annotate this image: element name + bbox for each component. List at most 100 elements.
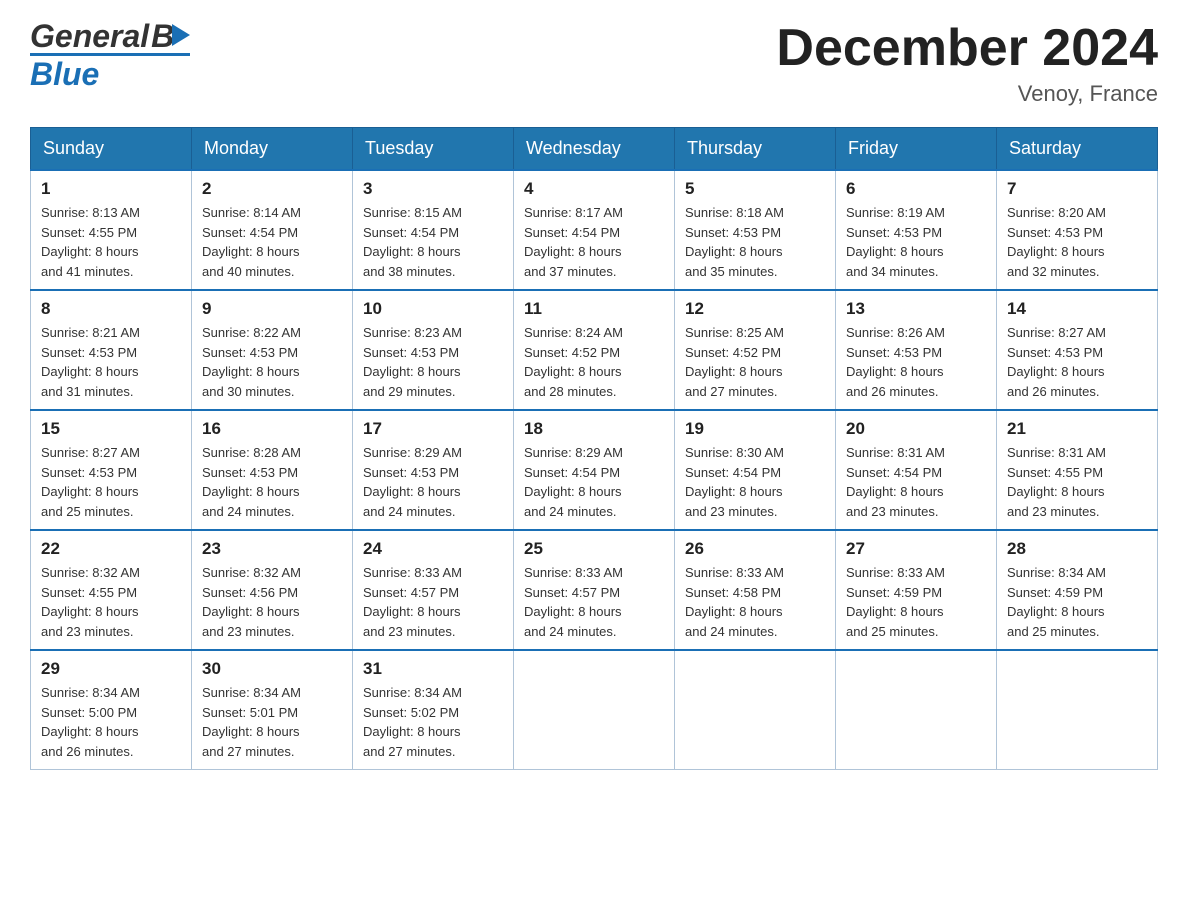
day-info: Sunrise: 8:33 AMSunset: 4:57 PMDaylight:… <box>524 563 664 641</box>
day-number: 5 <box>685 179 825 199</box>
day-info: Sunrise: 8:29 AMSunset: 4:54 PMDaylight:… <box>524 443 664 521</box>
calendar-table: SundayMondayTuesdayWednesdayThursdayFrid… <box>30 127 1158 770</box>
calendar-day-cell: 26 Sunrise: 8:33 AMSunset: 4:58 PMDayligh… <box>675 530 836 650</box>
day-number: 21 <box>1007 419 1147 439</box>
calendar-day-cell <box>514 650 675 770</box>
logo-blue: Blue <box>30 58 99 90</box>
calendar-day-cell <box>836 650 997 770</box>
day-info: Sunrise: 8:34 AMSunset: 5:02 PMDaylight:… <box>363 683 503 761</box>
day-info: Sunrise: 8:27 AMSunset: 4:53 PMDaylight:… <box>41 443 181 521</box>
day-info: Sunrise: 8:34 AMSunset: 5:01 PMDaylight:… <box>202 683 342 761</box>
day-number: 24 <box>363 539 503 559</box>
day-info: Sunrise: 8:24 AMSunset: 4:52 PMDaylight:… <box>524 323 664 401</box>
logo: General B Blue <box>30 20 190 90</box>
weekday-header: Thursday <box>675 128 836 171</box>
day-info: Sunrise: 8:15 AMSunset: 4:54 PMDaylight:… <box>363 203 503 281</box>
day-number: 6 <box>846 179 986 199</box>
day-info: Sunrise: 8:32 AMSunset: 4:55 PMDaylight:… <box>41 563 181 641</box>
calendar-week-row: 29 Sunrise: 8:34 AMSunset: 5:00 PMDayligh… <box>31 650 1158 770</box>
weekday-header: Monday <box>192 128 353 171</box>
day-number: 4 <box>524 179 664 199</box>
title-area: December 2024 Venoy, France <box>776 20 1158 107</box>
calendar-day-cell: 20Sunrise: 8:31 AMSunset: 4:54 PMDayligh… <box>836 410 997 530</box>
logo-triangle-icon <box>172 24 190 46</box>
day-number: 31 <box>363 659 503 679</box>
weekday-header: Tuesday <box>353 128 514 171</box>
day-number: 30 <box>202 659 342 679</box>
day-info: Sunrise: 8:31 AMSunset: 4:55 PMDaylight:… <box>1007 443 1147 521</box>
day-info: Sunrise: 8:32 AMSunset: 4:56 PMDaylight:… <box>202 563 342 641</box>
calendar-day-cell: 9 Sunrise: 8:22 AMSunset: 4:53 PMDaylight… <box>192 290 353 410</box>
day-info: Sunrise: 8:20 AMSunset: 4:53 PMDaylight:… <box>1007 203 1147 281</box>
day-number: 25 <box>524 539 664 559</box>
day-info: Sunrise: 8:27 AMSunset: 4:53 PMDaylight:… <box>1007 323 1147 401</box>
day-info: Sunrise: 8:13 AMSunset: 4:55 PMDaylight:… <box>41 203 181 281</box>
day-number: 17 <box>363 419 503 439</box>
calendar-day-cell: 25 Sunrise: 8:33 AMSunset: 4:57 PMDayligh… <box>514 530 675 650</box>
day-info: Sunrise: 8:18 AMSunset: 4:53 PMDaylight:… <box>685 203 825 281</box>
calendar-day-cell: 15 Sunrise: 8:27 AMSunset: 4:53 PMDayligh… <box>31 410 192 530</box>
weekday-header: Wednesday <box>514 128 675 171</box>
day-info: Sunrise: 8:30 AMSunset: 4:54 PMDaylight:… <box>685 443 825 521</box>
day-number: 8 <box>41 299 181 319</box>
calendar-day-cell: 3 Sunrise: 8:15 AMSunset: 4:54 PMDaylight… <box>353 170 514 290</box>
calendar-day-cell: 10Sunrise: 8:23 AMSunset: 4:53 PMDayligh… <box>353 290 514 410</box>
day-number: 3 <box>363 179 503 199</box>
calendar-day-cell: 4 Sunrise: 8:17 AMSunset: 4:54 PMDaylight… <box>514 170 675 290</box>
calendar-day-cell: 2Sunrise: 8:14 AMSunset: 4:54 PMDaylight… <box>192 170 353 290</box>
day-info: Sunrise: 8:29 AMSunset: 4:53 PMDaylight:… <box>363 443 503 521</box>
day-number: 26 <box>685 539 825 559</box>
day-info: Sunrise: 8:25 AMSunset: 4:52 PMDaylight:… <box>685 323 825 401</box>
logo-icon-area: B <box>151 20 190 52</box>
day-number: 22 <box>41 539 181 559</box>
calendar-day-cell: 8Sunrise: 8:21 AMSunset: 4:53 PMDaylight… <box>31 290 192 410</box>
calendar-day-cell: 11 Sunrise: 8:24 AMSunset: 4:52 PMDayligh… <box>514 290 675 410</box>
calendar-week-row: 8Sunrise: 8:21 AMSunset: 4:53 PMDaylight… <box>31 290 1158 410</box>
day-info: Sunrise: 8:33 AMSunset: 4:57 PMDaylight:… <box>363 563 503 641</box>
day-number: 7 <box>1007 179 1147 199</box>
day-number: 14 <box>1007 299 1147 319</box>
day-info: Sunrise: 8:26 AMSunset: 4:53 PMDaylight:… <box>846 323 986 401</box>
calendar-day-cell: 21 Sunrise: 8:31 AMSunset: 4:55 PMDayligh… <box>997 410 1158 530</box>
weekday-header: Sunday <box>31 128 192 171</box>
calendar-day-cell: 16Sunrise: 8:28 AMSunset: 4:53 PMDayligh… <box>192 410 353 530</box>
logo-general: General <box>30 20 149 52</box>
day-number: 11 <box>524 299 664 319</box>
calendar-week-row: 1 Sunrise: 8:13 AMSunset: 4:55 PMDaylight… <box>31 170 1158 290</box>
day-number: 29 <box>41 659 181 679</box>
day-info: Sunrise: 8:34 AMSunset: 5:00 PMDaylight:… <box>41 683 181 761</box>
calendar-day-cell: 22 Sunrise: 8:32 AMSunset: 4:55 PMDayligh… <box>31 530 192 650</box>
calendar-day-cell: 18Sunrise: 8:29 AMSunset: 4:54 PMDayligh… <box>514 410 675 530</box>
day-info: Sunrise: 8:34 AMSunset: 4:59 PMDaylight:… <box>1007 563 1147 641</box>
calendar-day-cell: 19 Sunrise: 8:30 AMSunset: 4:54 PMDayligh… <box>675 410 836 530</box>
logo-b-area: B <box>151 20 190 52</box>
day-number: 1 <box>41 179 181 199</box>
calendar-day-cell: 31 Sunrise: 8:34 AMSunset: 5:02 PMDayligh… <box>353 650 514 770</box>
day-number: 20 <box>846 419 986 439</box>
calendar-day-cell: 14 Sunrise: 8:27 AMSunset: 4:53 PMDayligh… <box>997 290 1158 410</box>
day-number: 12 <box>685 299 825 319</box>
day-info: Sunrise: 8:22 AMSunset: 4:53 PMDaylight:… <box>202 323 342 401</box>
calendar-week-row: 22 Sunrise: 8:32 AMSunset: 4:55 PMDayligh… <box>31 530 1158 650</box>
day-number: 15 <box>41 419 181 439</box>
calendar-day-cell: 13 Sunrise: 8:26 AMSunset: 4:53 PMDayligh… <box>836 290 997 410</box>
day-number: 13 <box>846 299 986 319</box>
calendar-title: December 2024 <box>776 20 1158 77</box>
day-info: Sunrise: 8:17 AMSunset: 4:54 PMDaylight:… <box>524 203 664 281</box>
calendar-week-row: 15 Sunrise: 8:27 AMSunset: 4:53 PMDayligh… <box>31 410 1158 530</box>
calendar-day-cell: 5 Sunrise: 8:18 AMSunset: 4:53 PMDaylight… <box>675 170 836 290</box>
day-number: 9 <box>202 299 342 319</box>
day-info: Sunrise: 8:33 AMSunset: 4:58 PMDaylight:… <box>685 563 825 641</box>
weekday-header: Friday <box>836 128 997 171</box>
day-number: 28 <box>1007 539 1147 559</box>
day-number: 19 <box>685 419 825 439</box>
calendar-day-cell: 29 Sunrise: 8:34 AMSunset: 5:00 PMDayligh… <box>31 650 192 770</box>
day-number: 27 <box>846 539 986 559</box>
calendar-day-cell: 7 Sunrise: 8:20 AMSunset: 4:53 PMDaylight… <box>997 170 1158 290</box>
day-info: Sunrise: 8:33 AMSunset: 4:59 PMDaylight:… <box>846 563 986 641</box>
calendar-subtitle: Venoy, France <box>776 81 1158 107</box>
calendar-day-cell: 28 Sunrise: 8:34 AMSunset: 4:59 PMDayligh… <box>997 530 1158 650</box>
calendar-header-row: SundayMondayTuesdayWednesdayThursdayFrid… <box>31 128 1158 171</box>
calendar-day-cell: 24 Sunrise: 8:33 AMSunset: 4:57 PMDayligh… <box>353 530 514 650</box>
day-number: 16 <box>202 419 342 439</box>
